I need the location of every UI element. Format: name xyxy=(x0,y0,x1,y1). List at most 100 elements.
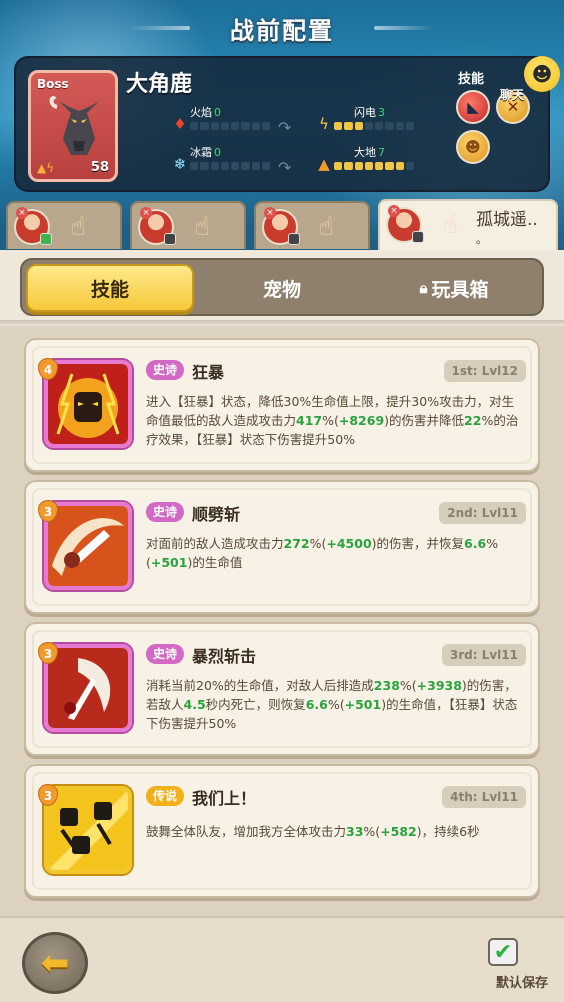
skill-description: 消耗当前20%的生命值，对敌人后排造成238%(+3938)的伤害，若敌人4.5… xyxy=(146,676,526,733)
mountain-icon: ▲ xyxy=(318,155,330,173)
skill-name: 狂暴 xyxy=(192,363,225,382)
stat-bar-segment xyxy=(210,162,219,170)
frenzy-icon xyxy=(48,364,128,444)
rally-icon xyxy=(48,790,128,870)
stat-bar-segment xyxy=(261,162,270,170)
stat-bar xyxy=(334,122,414,130)
skill-value: +582 xyxy=(380,824,417,839)
stat-bar-segment xyxy=(261,122,270,130)
stat-bar-segment xyxy=(220,122,229,130)
back-button[interactable]: ⬅ xyxy=(22,932,88,994)
bird-icon: ◣ xyxy=(467,98,479,116)
rarity-badge: 史诗 xyxy=(146,360,185,380)
boss-tag: Boss xyxy=(37,77,69,91)
hero-status-icon xyxy=(164,233,176,245)
chat-label: 聊天 xyxy=(500,88,525,102)
stat-bar-segment xyxy=(210,122,219,130)
smiley-icon: ☻ xyxy=(524,56,560,92)
stat-ice-label: 冰霜 0 xyxy=(190,144,221,160)
boss-level: 58 xyxy=(90,160,109,175)
checkmark-icon: ✔ xyxy=(493,939,513,965)
stat-bar-segment xyxy=(344,122,353,130)
skill-text: )的生命值 xyxy=(187,555,243,570)
rarity-badge: 史诗 xyxy=(146,502,185,522)
swap-arrow-icon: ↷ xyxy=(278,158,292,177)
skill-list[interactable]: 4 史诗 狂暴 1st: Lvl12 进入【狂暴】状态，降低30%生命值上限，提… xyxy=(0,326,564,916)
stat-fire: ♦ 火焰 0 xyxy=(172,104,282,134)
hero-name: 孤城遥.. xyxy=(476,210,538,230)
skill-card-4[interactable]: 3 传说 我们上！ 4th: Lvl11 鼓舞全体队友，增加我方全体攻击力33%… xyxy=(24,764,540,898)
skill-card-2[interactable]: 3 史诗 顺劈斩 2nd: Lvl11 对面前的敌人造成攻击力272%(+450… xyxy=(24,480,540,614)
page-title: 战前配置 xyxy=(130,6,434,50)
boss-skill-1[interactable]: ◣ xyxy=(456,90,490,124)
skill-value: +501 xyxy=(150,555,188,570)
skill-value: 22 xyxy=(464,413,482,428)
stat-bar-segment xyxy=(334,122,343,130)
skill-text: 秒内死亡，则恢复 xyxy=(205,697,306,712)
tab-skills-label: 技能 xyxy=(90,278,129,301)
stat-bar xyxy=(334,162,414,170)
skill-text: %( xyxy=(309,536,327,551)
stat-bar-segment xyxy=(375,122,384,130)
swap-arrow-icon: ↷ xyxy=(278,118,292,137)
stat-value: 3 xyxy=(378,106,385,119)
boss-portrait[interactable]: Boss ▲ϟ 58 xyxy=(28,70,118,182)
skill-text: )的伤害，并恢复 xyxy=(371,536,465,551)
skill-value: 33 xyxy=(346,824,364,839)
skill-slot-level: 2nd: Lvl11 xyxy=(439,502,526,524)
skill-name: 顺劈斩 xyxy=(192,505,241,524)
tab-pets[interactable]: 宠物 xyxy=(198,264,366,312)
hero-slot-2[interactable]: × ☝ xyxy=(130,201,246,249)
skill-value: 6.6 xyxy=(464,536,487,551)
stat-value: 0 xyxy=(214,106,221,119)
stat-bar-segment xyxy=(334,162,343,170)
stat-bar-segment xyxy=(251,122,260,130)
skill-description: 进入【狂暴】状态，降低30%生命值上限，提升30%攻击力，对生命值最低的敌人造成… xyxy=(146,392,526,449)
skill-value: +4500 xyxy=(326,536,372,551)
stat-bar xyxy=(190,162,270,170)
stat-value: 7 xyxy=(378,146,385,159)
skill-text: )的伤害并降低 xyxy=(384,413,465,428)
stat-bar-segment xyxy=(190,122,199,130)
hero-status-icon xyxy=(288,233,300,245)
skill-text: 对面前的敌人造成攻击力 xyxy=(146,536,284,551)
hero-status-icon xyxy=(40,233,52,245)
chat-button[interactable]: ☻ 聊天 xyxy=(500,56,560,106)
stat-value: 0 xyxy=(214,146,221,159)
stat-bar-segment xyxy=(200,122,209,130)
skill-value: +501 xyxy=(344,697,382,712)
stat-bar-segment xyxy=(405,162,414,170)
skill-value: +3938 xyxy=(416,678,462,693)
tab-toybox[interactable]: 🔒︎ 玩具箱 xyxy=(370,264,538,312)
moose-head-icon xyxy=(49,96,99,155)
remove-badge-icon: × xyxy=(264,207,276,219)
rarity-badge: 史诗 xyxy=(146,644,185,664)
skill-name: 我们上！ xyxy=(192,789,257,808)
boss-name: 大角鹿 xyxy=(126,72,193,97)
stat-bar-segment xyxy=(241,162,250,170)
arrow-left-icon: ⬅ xyxy=(40,943,70,983)
skill-value: 238 xyxy=(373,678,400,693)
skill-text: %( xyxy=(363,824,381,839)
tab-bar-area: 技能 宠物 🔒︎ 玩具箱 xyxy=(0,250,564,326)
boss-skills-label: 技能 xyxy=(458,72,485,87)
stat-bar-segment xyxy=(405,122,414,130)
remove-badge-icon: × xyxy=(388,205,400,217)
skill-description: 鼓舞全体队友，增加我方全体攻击力33%(+582)，持续6秒 xyxy=(146,822,526,841)
stat-bar-segment xyxy=(251,162,260,170)
skill-text: 消耗当前20%的生命值，对敌人后排造成 xyxy=(146,678,374,693)
stat-label-text: 火焰 xyxy=(190,106,212,119)
skill-card-1[interactable]: 4 史诗 狂暴 1st: Lvl12 进入【狂暴】状态，降低30%生命值上限，提… xyxy=(24,338,540,472)
boss-skill-3[interactable]: ☻ xyxy=(456,130,490,164)
default-save-checkbox[interactable]: ✔ xyxy=(488,938,518,966)
skill-card-3[interactable]: 3 史诗 暴烈斩击 3rd: Lvl11 消耗当前20%的生命值，对敌人后排造成… xyxy=(24,622,540,756)
hero-slot-3[interactable]: × ☝ xyxy=(254,201,370,249)
tap-hand-icon: ☝ xyxy=(70,212,86,242)
hero-slot-4[interactable]: × ☝ 孤城遥.. 。 xyxy=(378,199,558,251)
stat-bar-segment xyxy=(241,122,250,130)
default-save-label: 默认保存 xyxy=(495,976,548,991)
skill-slot-level: 3rd: Lvl11 xyxy=(441,644,526,666)
tab-skills[interactable]: 技能 xyxy=(26,264,194,312)
hero-slot-1[interactable]: × ☝ xyxy=(6,201,122,249)
lion-icon: ☻ xyxy=(465,138,481,156)
